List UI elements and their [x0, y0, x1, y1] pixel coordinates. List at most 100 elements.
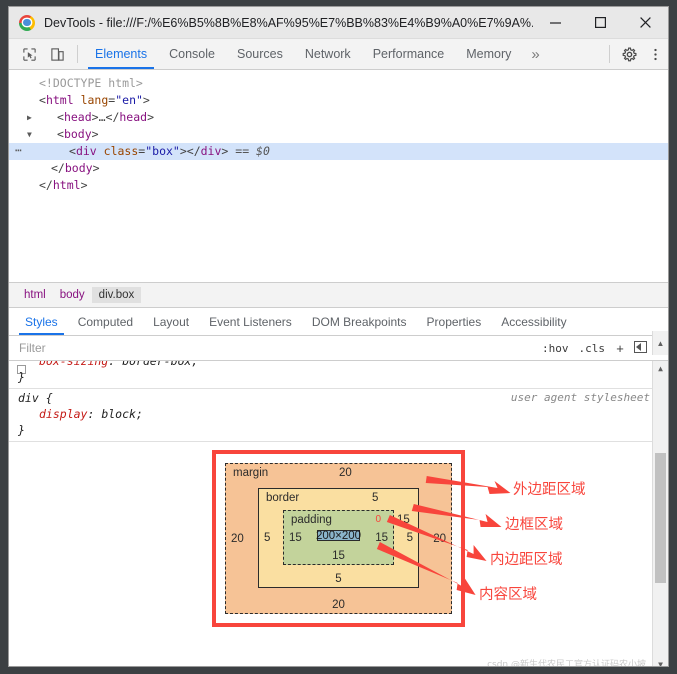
- div-tag-name: div: [75, 144, 97, 158]
- filter-input[interactable]: [17, 340, 537, 356]
- toggle-sidebar-icon[interactable]: [630, 340, 650, 356]
- css-property-name-display: display: [39, 407, 88, 421]
- margin-label: margin: [233, 467, 269, 479]
- css-selector-text: div {: [18, 391, 53, 405]
- node-badge-icon[interactable]: ⋯: [15, 143, 22, 158]
- head-tag-name: head: [63, 110, 92, 124]
- filter-row-scroll-up-icon[interactable]: ▲: [652, 331, 668, 355]
- css-property-value-display: block;: [94, 407, 143, 421]
- breadcrumb: html body div.box: [9, 282, 668, 308]
- html-attr-name: lang: [80, 93, 109, 107]
- box-model-diagram: margin 20 20 20 20 border 5 5 5 5 paddin…: [212, 450, 465, 627]
- breadcrumb-item-div-box[interactable]: div.box: [91, 287, 142, 303]
- title-bar: DevTools - file:///F:/%E6%B5%8B%E8%AF%95…: [9, 7, 668, 39]
- panel-tabs: Elements Console Sources Network Perform…: [84, 39, 603, 69]
- minimize-button[interactable]: [533, 7, 578, 38]
- styles-scrollbar[interactable]: ▲ ▼: [652, 361, 668, 666]
- breadcrumb-item-html[interactable]: html: [17, 287, 53, 303]
- new-style-rule-button[interactable]: +: [610, 341, 630, 356]
- cls-button[interactable]: .cls: [574, 342, 611, 355]
- scrollbar-thumb[interactable]: [655, 453, 666, 583]
- more-tabs-icon[interactable]: »: [522, 39, 548, 69]
- box-model-diagram-area: margin 20 20 20 20 border 5 5 5 5 paddin…: [9, 442, 668, 647]
- html-close-tag-name: html: [52, 178, 81, 192]
- head-ellipsis: …: [98, 110, 106, 124]
- dom-line-body-close[interactable]: </body>: [9, 160, 668, 177]
- scrollbar-up-arrow-icon[interactable]: ▲: [653, 361, 668, 376]
- breadcrumb-item-body[interactable]: body: [53, 287, 92, 303]
- padding-region: padding 15 15 15 15 0 200×200: [283, 510, 410, 565]
- tab-sources[interactable]: Sources: [226, 39, 294, 69]
- annotation-label-padding: 内边距区域: [490, 552, 563, 568]
- border-left-value: 5: [264, 532, 271, 544]
- css-property-value: border-box;: [115, 361, 199, 368]
- tab-network[interactable]: Network: [294, 39, 362, 69]
- tab-computed[interactable]: Computed: [68, 308, 143, 335]
- div-attr-name: class: [103, 144, 139, 158]
- title-bar-left: DevTools - file:///F:/%E6%B5%8B%E8%AF%95…: [9, 14, 533, 31]
- window-controls: [533, 7, 668, 38]
- toolbar-divider: [77, 45, 78, 63]
- tab-performance[interactable]: Performance: [362, 39, 456, 69]
- toolbar-right: [603, 39, 668, 69]
- device-toolbar-icon[interactable]: [43, 39, 71, 69]
- css-declaration-display[interactable]: display: block;: [9, 406, 668, 422]
- window-title: DevTools - file:///F:/%E6%B5%8B%E8%AF%95…: [44, 15, 533, 30]
- margin-right-value: 20: [433, 532, 446, 545]
- tab-console[interactable]: Console: [158, 39, 226, 69]
- html-attr-value: "en": [115, 93, 143, 107]
- chevron-down-icon[interactable]: ▼: [27, 126, 37, 143]
- gear-icon[interactable]: [616, 39, 642, 69]
- devtools-window: DevTools - file:///F:/%E6%B5%8B%E8%AF%95…: [8, 6, 669, 667]
- tab-elements[interactable]: Elements: [84, 39, 158, 69]
- watermark-text: csdn @新生代农民工官方认证码农小坡: [487, 660, 646, 667]
- css-property-name: box-sizing: [39, 361, 109, 368]
- dom-line-selected-div[interactable]: ⋯ <div class="box"></div> == $0: [9, 143, 668, 160]
- dom-tree-panel[interactable]: <!DOCTYPE html> <html lang="en"> ▶ <head…: [9, 70, 668, 282]
- scrollbar-down-arrow-icon[interactable]: ▼: [653, 657, 668, 666]
- css-rule-div[interactable]: div { user agent stylesheet display: blo…: [9, 389, 668, 442]
- chrome-logo-icon: [19, 14, 35, 31]
- html-tag-name: html: [45, 93, 74, 107]
- padding-top-value: 15: [397, 514, 410, 526]
- css-selector-div[interactable]: div { user agent stylesheet: [9, 390, 668, 406]
- styles-rules-pane[interactable]: box-sizing: border-box; } div { user age…: [9, 361, 668, 667]
- close-button[interactable]: [623, 7, 668, 38]
- content-size-label: 200×200: [315, 529, 362, 542]
- dom-line-html-close[interactable]: </html>: [9, 177, 668, 194]
- toolbar-divider-right: [609, 45, 610, 63]
- dom-line-body-open[interactable]: ▼ <body>: [9, 126, 668, 143]
- chevron-right-icon[interactable]: ▶: [27, 109, 37, 126]
- maximize-button[interactable]: [578, 7, 623, 38]
- annotation-label-margin: 外边距区域: [513, 482, 586, 498]
- annotation-label-border: 边框区域: [505, 517, 563, 533]
- dom-line-doctype[interactable]: <!DOCTYPE html>: [9, 75, 668, 92]
- margin-bottom-value: 20: [332, 599, 345, 611]
- tab-accessibility[interactable]: Accessibility: [491, 308, 576, 335]
- margin-region: margin 20 20 20 20 border 5 5 5 5 paddin…: [225, 463, 452, 614]
- tab-layout[interactable]: Layout: [143, 308, 199, 335]
- border-region: border 5 5 5 5 padding 15 15 15 15 0 200…: [258, 488, 419, 588]
- padding-right-value: 15: [375, 531, 388, 544]
- tab-styles[interactable]: Styles: [15, 308, 68, 335]
- div-close-tag-name: div: [200, 144, 222, 158]
- border-right-value: 5: [406, 532, 413, 544]
- css-rule-close-brace-2: }: [9, 422, 668, 438]
- kebab-menu-icon[interactable]: [642, 39, 668, 69]
- dom-line-html-open[interactable]: <html lang="en">: [9, 92, 668, 109]
- styles-sidebar-tabs: Styles Computed Layout Event Listeners D…: [9, 308, 668, 336]
- tab-properties[interactable]: Properties: [417, 308, 492, 335]
- brace-text-1: }: [18, 370, 25, 384]
- styles-filter-row: :hov .cls +: [9, 336, 668, 361]
- tab-dom-breakpoints[interactable]: DOM Breakpoints: [302, 308, 417, 335]
- tab-event-listeners[interactable]: Event Listeners: [199, 308, 302, 335]
- hov-button[interactable]: :hov: [537, 342, 574, 355]
- padding-label: padding: [291, 514, 332, 526]
- dom-line-head[interactable]: ▶ <head>…</head>: [9, 109, 668, 126]
- css-declaration-box-sizing[interactable]: box-sizing: border-box;: [9, 361, 668, 374]
- tab-memory[interactable]: Memory: [455, 39, 522, 69]
- inspect-element-icon[interactable]: [15, 39, 43, 69]
- head-close-tag-name: head: [119, 110, 148, 124]
- border-bottom-value: 5: [335, 573, 342, 585]
- css-rule-clipped[interactable]: box-sizing: border-box; }: [9, 361, 668, 389]
